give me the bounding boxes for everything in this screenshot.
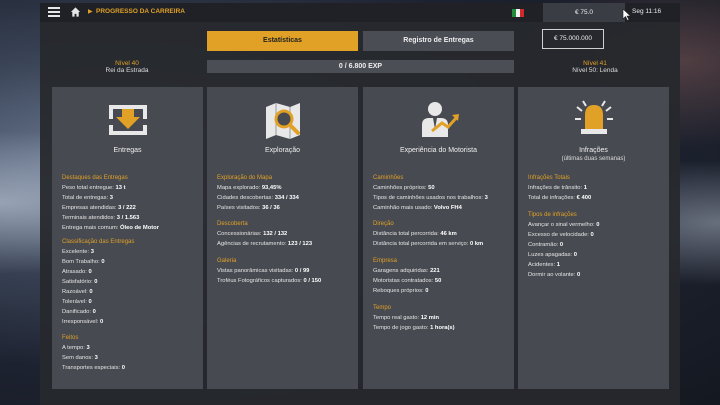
current-level-number: Nível 40 <box>115 60 139 67</box>
section-header: Exploração do Mapa <box>217 175 273 181</box>
deliveries-title: Entregas <box>113 147 142 154</box>
stat-row: Total de infrações: € 400 <box>528 195 592 201</box>
driving-section: Direção Distância total percorrida: 46 k… <box>373 221 513 249</box>
deliveries-achievements-section: Feitos A tempo: 3 Sem danos: 3 Transport… <box>62 335 202 373</box>
stat-row: Cidades descobertas: 334 / 334 <box>217 195 299 201</box>
stat-row: Luzes apagadas: 0 <box>528 252 578 258</box>
stat-row: Distância total percorrida em serviço: 0… <box>373 241 484 247</box>
section-header: Infrações Totais <box>528 175 570 181</box>
stat-row: Concessionárias: 132 / 132 <box>217 231 288 237</box>
driver-experience-card: Experiência do Motorista Caminhões Camin… <box>363 87 514 389</box>
stat-row: Sem danos: 3 <box>62 355 98 361</box>
stat-row: Tipos de caminhões usados nos trabalhos:… <box>373 195 488 201</box>
stat-row: Irresponsável: 0 <box>62 319 104 325</box>
section-header: Empresa <box>373 258 398 264</box>
bank-balance-box: € 75.000.000 <box>542 29 604 49</box>
deliveries-highlights-section: Destaques das Entregas Peso total entreg… <box>62 175 202 233</box>
tab-delivery-log[interactable]: Registro de Entregas <box>363 31 514 51</box>
stat-row: Bom Trabalho: 0 <box>62 259 105 265</box>
italy-flag-icon <box>512 9 524 17</box>
exploration-title: Exploração <box>264 147 301 154</box>
map-exploration-section: Exploração do Mapa Mapa explorado: 93,45… <box>217 175 357 213</box>
time-section: Tempo Tempo real gasto: 12 min Tempo de … <box>373 305 513 333</box>
current-level: Nível 40 Rei da Estrada <box>92 60 162 74</box>
gallery-section: Galeria Vistas panorâmicas visitadas: 0 … <box>217 258 357 286</box>
deliveries-icon <box>52 99 203 144</box>
tab-statistics[interactable]: Estatísticas <box>207 31 358 51</box>
stat-row: Avançar o sinal vermelho: 0 <box>528 222 600 228</box>
exploration-card: Exploração Exploração do Mapa Mapa explo… <box>207 87 358 389</box>
stat-row: Atrasado: 0 <box>62 269 92 275</box>
stat-row: Acidentes: 1 <box>528 262 560 268</box>
stat-row: Tolerável: 0 <box>62 299 92 305</box>
hamburger-menu-icon[interactable] <box>48 7 60 17</box>
stat-row: Vistas panorâmicas visitadas: 0 / 99 <box>217 268 310 274</box>
section-header: Destaques das Entregas <box>62 175 128 181</box>
exploration-icon <box>207 99 358 144</box>
section-header: Classificação das Entregas <box>62 239 135 245</box>
stat-row: Distância total percorrida: 46 km <box>373 231 457 237</box>
discovery-section: Descoberta Concessionárias: 132 / 132 Ag… <box>217 221 357 249</box>
game-clock: Seg 11:16 <box>632 8 662 15</box>
company-section: Empresa Garagens adquiridas: 221 Motoris… <box>373 258 513 296</box>
section-header: Direção <box>373 221 394 227</box>
stat-row: Troféus Fotográficos capturados: 0 / 150 <box>217 278 322 284</box>
section-header: Tempo <box>373 305 392 311</box>
stat-row: Razoável: 0 <box>62 289 93 295</box>
stat-row: Peso total entregue: 13 t <box>62 185 126 191</box>
stat-row: Caminhões próprios: 50 <box>373 185 435 191</box>
mouse-cursor-icon <box>622 9 632 21</box>
stat-row: Satisfatório: 0 <box>62 279 98 285</box>
home-icon[interactable] <box>70 6 81 18</box>
stat-row: A tempo: 3 <box>62 345 90 351</box>
stat-row: Caminhão mais usado: Volvo FH4 <box>373 205 462 211</box>
stat-row: Transportes especiais: 0 <box>62 365 125 371</box>
stat-row: Mapa explorado: 93,45% <box>217 185 282 191</box>
infractions-title: Infrações <box>579 147 608 154</box>
deliveries-rating-section: Classificação das Entregas Excelente: 3 … <box>62 239 202 327</box>
stat-row: Contramão: 0 <box>528 242 564 248</box>
stat-row: Entrega mais comum: Óleo de Motor <box>62 225 159 231</box>
breadcrumb[interactable]: PROGRESSO DA CARREIRA <box>96 8 185 15</box>
section-header: Feitos <box>62 335 79 341</box>
stat-row: Excesso de velocidade: 0 <box>528 232 594 238</box>
stat-row: Total de entregas: 3 <box>62 195 113 201</box>
infractions-card: Infrações (últimas duas semanas) Infraçõ… <box>518 87 669 389</box>
money-display: € 75.0 <box>543 3 625 22</box>
stat-row: Agências de recrutamento: 123 / 123 <box>217 241 313 247</box>
trucks-section: Caminhões Caminhões próprios: 50 Tipos d… <box>373 175 513 213</box>
section-header: Tipos de infrações <box>528 212 577 218</box>
infraction-types-section: Tipos de infrações Avançar o sinal verme… <box>528 212 668 280</box>
total-infractions-section: Infrações Totais Infrações de trânsito: … <box>528 175 668 203</box>
stat-row: Tempo de jogo gasto: 1 hora(s) <box>373 325 455 331</box>
stat-row: Infrações de trânsito: 1 <box>528 185 587 191</box>
driver-experience-title: Experiência do Motorista <box>399 147 478 154</box>
stat-row: Motoristas contratados: 50 <box>373 278 442 284</box>
stat-row: Danificado: 0 <box>62 309 96 315</box>
infractions-icon <box>518 99 669 144</box>
stat-row: Reboques próprios: 0 <box>373 288 429 294</box>
section-header: Caminhões <box>373 175 404 181</box>
current-level-title: Rei da Estrada <box>105 67 149 74</box>
xp-progress-bar: 0 / 6.800 EXP <box>207 60 514 73</box>
stat-row: Excelente: 3 <box>62 249 94 255</box>
deliveries-card: Entregas Destaques das Entregas Peso tot… <box>52 87 203 389</box>
driver-experience-icon <box>363 99 514 144</box>
section-header: Descoberta <box>217 221 248 227</box>
stat-row: Dormir ao volante: 0 <box>528 272 581 278</box>
top-bar: ▶ PROGRESSO DA CARREIRA € 75.0 Seg 11:16 <box>40 3 680 23</box>
infractions-subtitle: (últimas duas semanas) <box>561 156 626 162</box>
section-header: Galeria <box>217 258 237 264</box>
next-level-title: Nível 50: Lenda <box>572 67 618 74</box>
next-level: Nível 41 Nível 50: Lenda <box>555 60 635 74</box>
stat-row: Empresas atendidas: 3 / 222 <box>62 205 136 211</box>
stat-row: Países visitados: 36 / 36 <box>217 205 280 211</box>
next-level-number: Nível 41 <box>583 60 607 67</box>
stat-row: Tempo real gasto: 12 min <box>373 315 440 321</box>
stat-row: Garagens adquiridas: 221 <box>373 268 440 274</box>
breadcrumb-chevron-icon: ▶ <box>88 9 93 15</box>
stat-row: Terminais atendidos: 3 / 1.563 <box>62 215 140 221</box>
